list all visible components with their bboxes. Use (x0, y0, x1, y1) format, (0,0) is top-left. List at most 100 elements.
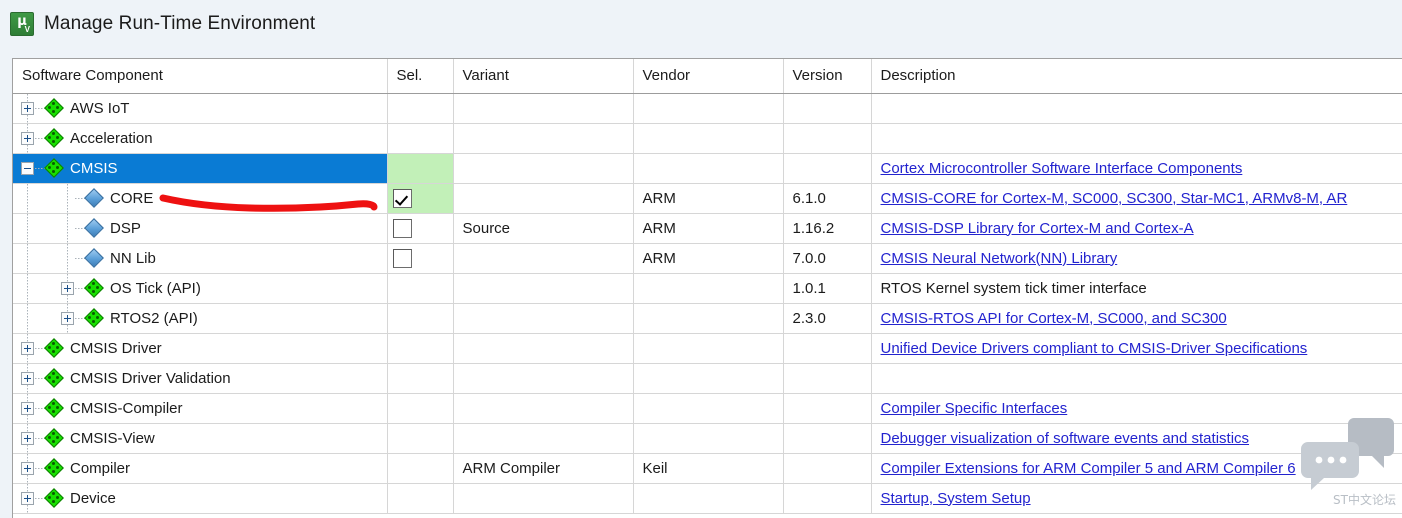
sel-cell[interactable] (387, 333, 453, 363)
expand-icon[interactable] (21, 432, 34, 445)
component-name-cell[interactable]: Device (13, 483, 387, 513)
variant-cell[interactable] (453, 153, 633, 183)
column-header-software-component[interactable]: Software Component (13, 59, 387, 93)
tree-node[interactable]: CMSIS Driver Validation (13, 364, 387, 393)
version-cell[interactable]: 2.3.0 (783, 303, 871, 333)
version-cell[interactable]: 7.0.0 (783, 243, 871, 273)
vendor-cell[interactable] (633, 93, 783, 123)
checkbox-unchecked[interactable] (393, 249, 412, 268)
tree-node[interactable]: CMSIS Driver (13, 334, 387, 363)
variant-cell[interactable] (453, 483, 633, 513)
vendor-cell[interactable] (633, 153, 783, 183)
tree-node[interactable]: RTOS2 (API) (13, 304, 387, 333)
version-cell[interactable] (783, 93, 871, 123)
expand-icon[interactable] (21, 372, 34, 385)
variant-cell[interactable]: Source (453, 213, 633, 243)
description-cell[interactable]: CMSIS-CORE for Cortex-M, SC000, SC300, S… (871, 183, 1402, 213)
checkbox-unchecked[interactable] (393, 219, 412, 238)
sel-cell[interactable] (387, 423, 453, 453)
version-cell[interactable] (783, 423, 871, 453)
description-cell[interactable]: Startup, System Setup (871, 483, 1402, 513)
tree-node[interactable]: CMSIS-Compiler (13, 394, 387, 423)
vendor-cell[interactable] (633, 483, 783, 513)
variant-cell[interactable] (453, 93, 633, 123)
description-link[interactable]: Unified Device Drivers compliant to CMSI… (881, 340, 1308, 357)
tree-node[interactable]: AWS IoT (13, 94, 387, 123)
sel-cell[interactable] (387, 273, 453, 303)
version-cell[interactable] (783, 153, 871, 183)
component-name-cell[interactable]: CORE (13, 183, 387, 213)
component-name-cell[interactable]: CMSIS-View (13, 423, 387, 453)
expand-icon[interactable] (61, 282, 74, 295)
tree-node[interactable]: Compiler (13, 454, 387, 483)
variant-cell[interactable] (453, 303, 633, 333)
description-link[interactable]: CMSIS-CORE for Cortex-M, SC000, SC300, S… (881, 190, 1348, 207)
description-cell[interactable]: CMSIS-RTOS API for Cortex-M, SC000, and … (871, 303, 1402, 333)
sel-cell[interactable] (387, 213, 453, 243)
expand-icon[interactable] (21, 102, 34, 115)
component-name-cell[interactable]: Compiler (13, 453, 387, 483)
description-cell[interactable] (871, 93, 1402, 123)
version-cell[interactable] (783, 333, 871, 363)
description-cell[interactable]: Compiler Extensions for ARM Compiler 5 a… (871, 453, 1402, 483)
expand-icon[interactable] (21, 462, 34, 475)
sel-cell[interactable] (387, 483, 453, 513)
description-cell[interactable]: CMSIS Neural Network(NN) Library (871, 243, 1402, 273)
version-cell[interactable]: 1.0.1 (783, 273, 871, 303)
table-row[interactable]: RTOS2 (API) 2.3.0CMSIS-RTOS API for Corte… (13, 303, 1402, 333)
table-row[interactable]: CMSIS Driver Validation (13, 363, 1402, 393)
table-row[interactable]: CMSIS Driver Unified Device Drivers compl… (13, 333, 1402, 363)
sel-cell[interactable] (387, 93, 453, 123)
expand-icon[interactable] (21, 342, 34, 355)
description-cell[interactable]: Compiler Specific Interfaces (871, 393, 1402, 423)
vendor-cell[interactable] (633, 423, 783, 453)
expand-icon[interactable] (21, 132, 34, 145)
description-cell[interactable]: Cortex Microcontroller Software Interfac… (871, 153, 1402, 183)
component-name-cell[interactable]: AWS IoT (13, 93, 387, 123)
component-name-cell[interactable]: DSP (13, 213, 387, 243)
vendor-cell[interactable]: ARM (633, 243, 783, 273)
version-cell[interactable] (783, 123, 871, 153)
tree-node[interactable]: Acceleration (13, 124, 387, 153)
table-row[interactable]: OS Tick (API)1.0.1RTOS Kernel system tic… (13, 273, 1402, 303)
component-name-cell[interactable]: RTOS2 (API) (13, 303, 387, 333)
version-cell[interactable]: 6.1.0 (783, 183, 871, 213)
sel-cell[interactable] (387, 363, 453, 393)
description-cell[interactable]: Unified Device Drivers compliant to CMSI… (871, 333, 1402, 363)
component-name-cell[interactable]: CMSIS (13, 153, 387, 183)
table-row[interactable]: CORE ARM6.1.0 CMSIS-CORE for Cortex-M, SC0… (13, 183, 1402, 213)
table-row[interactable]: AWS IoT (13, 93, 1402, 123)
table-row[interactable]: NN Lib ARM7.0.0CMSIS Neural Network(NN) L… (13, 243, 1402, 273)
sel-cell[interactable] (387, 303, 453, 333)
component-name-cell[interactable]: CMSIS Driver (13, 333, 387, 363)
component-name-cell[interactable]: CMSIS Driver Validation (13, 363, 387, 393)
sel-cell[interactable] (387, 183, 453, 213)
sel-cell[interactable] (387, 393, 453, 423)
table-row[interactable]: CompilerARM CompilerKeilCompiler Extensi… (13, 453, 1402, 483)
tree-node[interactable]: CORE (13, 184, 387, 213)
description-link[interactable]: Cortex Microcontroller Software Interfac… (881, 160, 1243, 177)
vendor-cell[interactable]: ARM (633, 183, 783, 213)
vendor-cell[interactable] (633, 273, 783, 303)
column-header-vendor[interactable]: Vendor (633, 59, 783, 93)
variant-cell[interactable] (453, 183, 633, 213)
tree-node[interactable]: CMSIS (13, 154, 387, 183)
column-header-variant[interactable]: Variant (453, 59, 633, 93)
description-link[interactable]: Compiler Extensions for ARM Compiler 5 a… (881, 460, 1296, 477)
variant-cell[interactable] (453, 393, 633, 423)
component-name-cell[interactable]: OS Tick (API) (13, 273, 387, 303)
vendor-cell[interactable]: ARM (633, 213, 783, 243)
variant-cell[interactable] (453, 123, 633, 153)
description-link[interactable]: Debugger visualization of software event… (881, 430, 1250, 447)
version-cell[interactable] (783, 483, 871, 513)
component-name-cell[interactable]: Acceleration (13, 123, 387, 153)
component-name-cell[interactable]: NN Lib (13, 243, 387, 273)
sel-cell[interactable] (387, 453, 453, 483)
variant-cell[interactable] (453, 423, 633, 453)
component-name-cell[interactable]: CMSIS-Compiler (13, 393, 387, 423)
sel-cell[interactable] (387, 243, 453, 273)
description-cell[interactable]: CMSIS-DSP Library for Cortex-M and Corte… (871, 213, 1402, 243)
column-header-version[interactable]: Version (783, 59, 871, 93)
version-cell[interactable] (783, 453, 871, 483)
variant-cell[interactable] (453, 363, 633, 393)
